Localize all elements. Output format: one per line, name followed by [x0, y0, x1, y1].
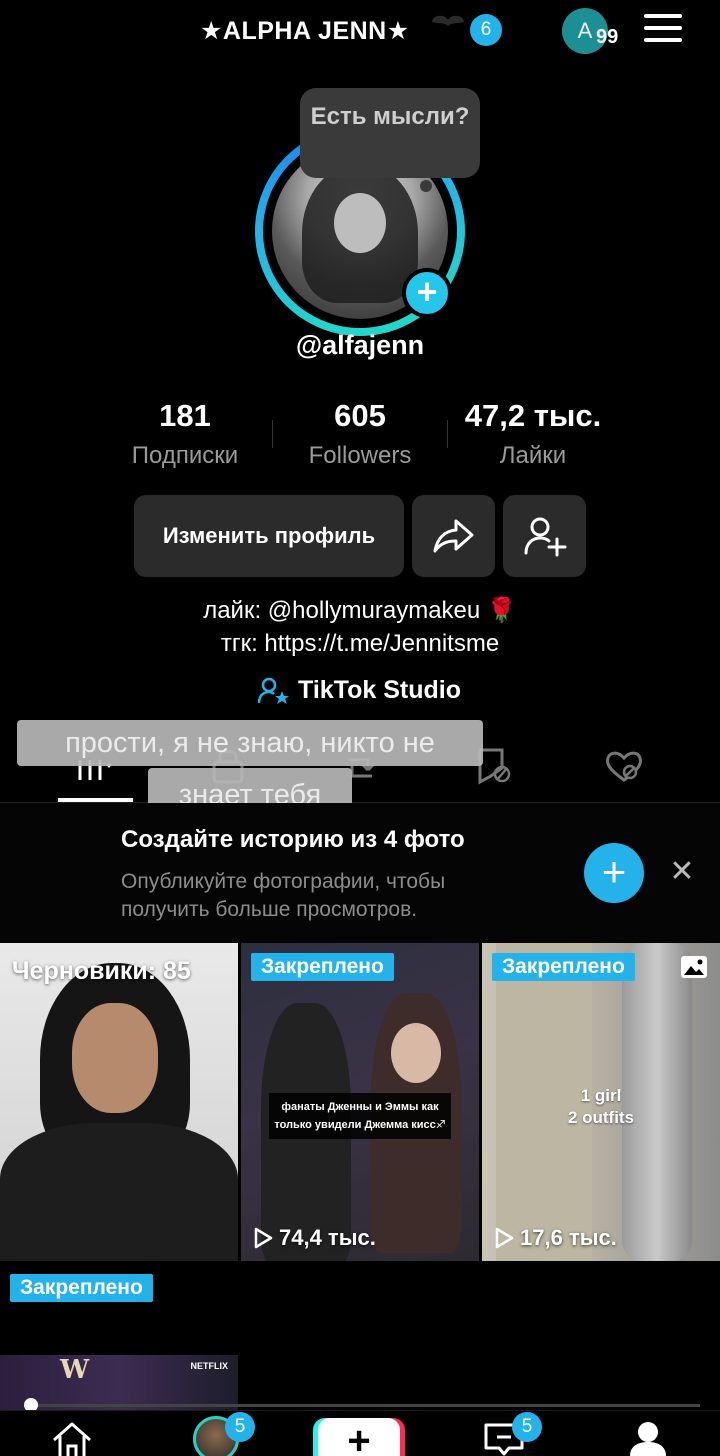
profile-icon[interactable] — [628, 1420, 668, 1456]
play-icon — [495, 1227, 514, 1249]
thought-bubble[interactable]: Есть мысли? — [300, 88, 480, 178]
drafts-tile[interactable]: Черновики: 85 — [0, 943, 238, 1261]
promo-subtitle: Опубликуйте фотографии, чтобы получить б… — [121, 870, 446, 921]
friends-badge: 5 — [225, 1412, 255, 1442]
stat-following[interactable]: 181 Подписки — [100, 398, 270, 470]
overlay-caption: прости, я не знаю, никто не — [17, 720, 483, 766]
video-tile[interactable]: 1 girl 2 outfits Закреплено 17,6 тыс. — [482, 943, 720, 1261]
heart-icon — [432, 15, 464, 26]
stat-label: Followers — [308, 442, 412, 469]
top-bar: ★ALPHA JENN★ 6 A 99 — [0, 0, 720, 64]
view-count: 74,4 тыс. — [253, 1225, 376, 1251]
home-icon[interactable] — [50, 1420, 94, 1456]
stat-label: Лайки — [499, 442, 567, 469]
notification-badge[interactable]: 6 — [470, 14, 502, 46]
menu-icon[interactable] — [644, 14, 682, 48]
pinned-badge: Закреплено — [10, 1274, 153, 1302]
stat-followers[interactable]: 605 Followers — [275, 398, 445, 470]
photo-post-icon — [681, 956, 707, 978]
bio-line: лайк: @hollymuraymakeu 🌹 — [203, 597, 517, 624]
close-icon[interactable]: ✕ — [668, 857, 696, 887]
view-count: 17,6 тыс. — [494, 1225, 617, 1251]
promo-title: Создайте историю из 4 фото — [121, 826, 465, 853]
liked-tab-icon[interactable] — [602, 746, 646, 786]
add-user-icon — [524, 517, 566, 557]
scroll-progress — [18, 1398, 702, 1412]
create-button[interactable]: + — [318, 1418, 400, 1456]
edit-profile-button[interactable]: Изменить профиль — [134, 495, 404, 577]
bio-link[interactable]: тгк: https://t.me/Jennitsme — [0, 630, 720, 658]
tiktok-studio-link[interactable]: TikTok Studio — [258, 676, 461, 705]
pinned-badge: Закреплено — [251, 953, 394, 981]
account-count: 99 — [596, 26, 619, 48]
video-overlay-text: 1 girl 2 outfits — [567, 1086, 635, 1127]
pinned-badge: Закреплено — [492, 953, 635, 981]
add-story-plus-icon[interactable]: + — [402, 268, 452, 318]
inbox-badge: 5 — [512, 1412, 542, 1442]
drafts-label: Черновики: 85 — [12, 957, 191, 985]
brand-label: NETFLIX — [190, 1361, 229, 1371]
add-friend-button[interactable] — [503, 495, 586, 577]
stat-value: 47,2 тыс. — [464, 398, 602, 433]
share-arrow-icon — [433, 519, 473, 553]
stat-value: 181 — [159, 398, 211, 433]
stat-value: 605 — [334, 398, 386, 433]
create-story-plus-button[interactable]: + — [584, 843, 644, 903]
video-tile[interactable]: фанаты Дженны и Эммы как только увидели … — [241, 943, 479, 1261]
studio-user-star-icon — [258, 677, 289, 704]
video-overlay-text: W — [60, 1355, 90, 1385]
share-profile-button[interactable] — [412, 495, 495, 577]
stat-label: Подписки — [131, 442, 239, 469]
username: @alfajenn — [295, 330, 425, 360]
video-caption: фанаты Дженны и Эммы как только увидели … — [269, 1093, 451, 1139]
studio-label: TikTok Studio — [298, 676, 461, 704]
play-icon — [254, 1227, 273, 1249]
account-title[interactable]: ★ALPHA JENN★ — [200, 16, 410, 46]
thought-bubble-dot — [420, 180, 432, 192]
stat-likes[interactable]: 47,2 тыс. Лайки — [448, 398, 618, 470]
